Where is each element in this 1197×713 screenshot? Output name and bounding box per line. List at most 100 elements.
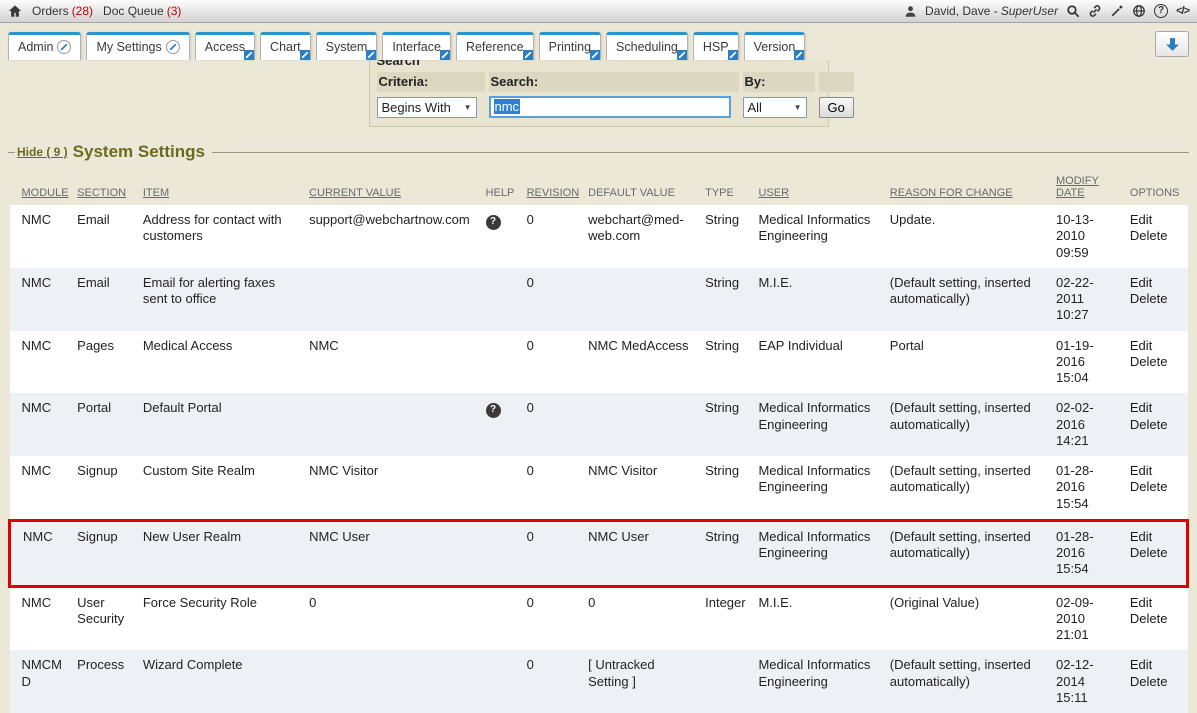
user-role: SuperUser [1001, 4, 1058, 18]
hide-link[interactable]: Hide ( 9 ) [17, 145, 68, 159]
tab-admin[interactable]: Admin [8, 32, 81, 60]
cell-help: ? [484, 393, 525, 456]
edit-link[interactable]: Edit [1130, 657, 1152, 672]
delete-link[interactable]: Delete [1130, 417, 1168, 432]
code-icon[interactable]: </> [1176, 5, 1189, 17]
cell-reason: Portal [888, 331, 1054, 394]
help-icon[interactable]: ? [486, 403, 501, 418]
edit-pencil-icon[interactable] [728, 50, 738, 60]
cell-options: EditDelete [1128, 331, 1188, 394]
edit-pencil-icon[interactable] [57, 40, 71, 54]
search-input[interactable]: nmc [489, 96, 731, 118]
globe-icon[interactable] [1132, 4, 1146, 18]
tab-scheduling[interactable]: Scheduling [606, 32, 688, 60]
nav-orders[interactable]: Orders (28) [32, 4, 93, 18]
tab-printing[interactable]: Printing [539, 32, 601, 60]
edit-link[interactable]: Edit [1130, 529, 1152, 544]
edit-pencil-icon[interactable] [244, 50, 254, 60]
column-header-revision[interactable]: REVISION [525, 170, 587, 205]
search-panel: Search Criteria: Search: By: Begins With… [369, 60, 829, 127]
cell-reason: (Default setting, inserted automatically… [888, 456, 1054, 520]
edit-link[interactable]: Edit [1130, 338, 1152, 353]
column-header-current-value[interactable]: CURRENT VALUE [307, 170, 483, 205]
home-icon[interactable] [8, 4, 22, 18]
criteria-label: Criteria: [377, 72, 485, 92]
edit-pencil-icon[interactable] [523, 50, 533, 60]
cell-reason: (Default setting, inserted automatically… [888, 650, 1054, 713]
cell-modify-date: 02-02-2016 14:21 [1054, 393, 1128, 456]
pencil-glyph [441, 51, 449, 59]
search-grid: Criteria: Search: By: Begins With ▼ nmc … [377, 72, 821, 118]
edit-pencil-icon[interactable] [590, 50, 600, 60]
column-header-module[interactable]: MODULE [10, 170, 76, 205]
cell-reason: (Default setting, inserted automatically… [888, 268, 1054, 331]
cell-help [484, 456, 525, 520]
edit-pencil-icon[interactable] [440, 50, 450, 60]
edit-pencil-icon[interactable] [794, 50, 804, 60]
go-button[interactable]: Go [819, 97, 854, 118]
tab-my-settings[interactable]: My Settings [86, 32, 189, 60]
edit-link[interactable]: Edit [1130, 595, 1152, 610]
cell-current-value: NMC [307, 331, 483, 394]
column-header-default-value: DEFAULT VALUE [586, 170, 703, 205]
cell-module: NMC [10, 268, 76, 331]
cell-type: String [703, 331, 756, 394]
tab-reference[interactable]: Reference [456, 32, 534, 60]
chevron-down-icon: ▼ [464, 103, 472, 112]
collapse-button[interactable] [1155, 31, 1189, 57]
edit-pencil-icon[interactable] [366, 50, 376, 60]
by-label: By: [743, 72, 815, 92]
search-icon[interactable] [1066, 4, 1080, 18]
tab-chart[interactable]: Chart [260, 32, 311, 60]
by-select[interactable]: All ▼ [743, 97, 807, 118]
delete-link[interactable]: Delete [1130, 479, 1168, 494]
nav-doc-queue[interactable]: Doc Queue (3) [103, 4, 181, 18]
wand-icon[interactable] [1110, 4, 1124, 18]
tab-version[interactable]: Version [744, 32, 806, 60]
cell-default-value [586, 393, 703, 456]
tab-access[interactable]: Access [195, 32, 255, 60]
orders-count-badge: (28) [72, 4, 93, 18]
cell-user: M.I.E. [756, 586, 887, 650]
cell-user: M.I.E. [756, 268, 887, 331]
link-icon[interactable] [1088, 4, 1102, 18]
delete-link[interactable]: Delete [1130, 291, 1168, 306]
cell-modify-date: 01-28-2016 15:54 [1054, 456, 1128, 520]
delete-link[interactable]: Delete [1130, 228, 1168, 243]
edit-link[interactable]: Edit [1130, 463, 1152, 478]
cell-type: String [703, 520, 756, 586]
tab-label: System [326, 40, 368, 54]
search-input-value: nmc [494, 99, 521, 114]
delete-link[interactable]: Delete [1130, 674, 1168, 689]
tab-interface[interactable]: Interface [382, 32, 451, 60]
cell-current-value [307, 650, 483, 713]
column-header-type: TYPE [703, 170, 756, 205]
cell-user: Medical Informatics Engineering [756, 456, 887, 520]
user-menu[interactable]: David, Dave - SuperUser [925, 4, 1058, 18]
help-icon[interactable]: ? [1154, 4, 1168, 18]
delete-link[interactable]: Delete [1130, 354, 1168, 369]
delete-link[interactable]: Delete [1130, 611, 1168, 626]
cell-section: Portal [75, 393, 141, 456]
column-header-options: OPTIONS [1128, 170, 1188, 205]
pencil-glyph [169, 43, 177, 51]
edit-pencil-icon[interactable] [300, 50, 310, 60]
edit-pencil-icon[interactable] [166, 40, 180, 54]
edit-link[interactable]: Edit [1130, 275, 1152, 290]
help-icon[interactable]: ? [486, 215, 501, 230]
edit-pencil-icon[interactable] [677, 50, 687, 60]
cell-reason: (Original Value) [888, 586, 1054, 650]
edit-link[interactable]: Edit [1130, 212, 1152, 227]
tab-hsp[interactable]: HSP [693, 32, 739, 60]
delete-link[interactable]: Delete [1130, 545, 1168, 560]
tab-label: Chart [270, 40, 301, 54]
column-header-modify-date[interactable]: MODIFY DATE [1054, 170, 1128, 205]
criteria-select[interactable]: Begins With ▼ [377, 97, 477, 118]
tab-system[interactable]: System [316, 32, 378, 60]
edit-link[interactable]: Edit [1130, 400, 1152, 415]
column-header-reason-for-change[interactable]: REASON FOR CHANGE [888, 170, 1054, 205]
column-header-item[interactable]: ITEM [141, 170, 307, 205]
column-header-user[interactable]: USER [756, 170, 887, 205]
cell-module: NMC [10, 393, 76, 456]
column-header-section[interactable]: SECTION [75, 170, 141, 205]
